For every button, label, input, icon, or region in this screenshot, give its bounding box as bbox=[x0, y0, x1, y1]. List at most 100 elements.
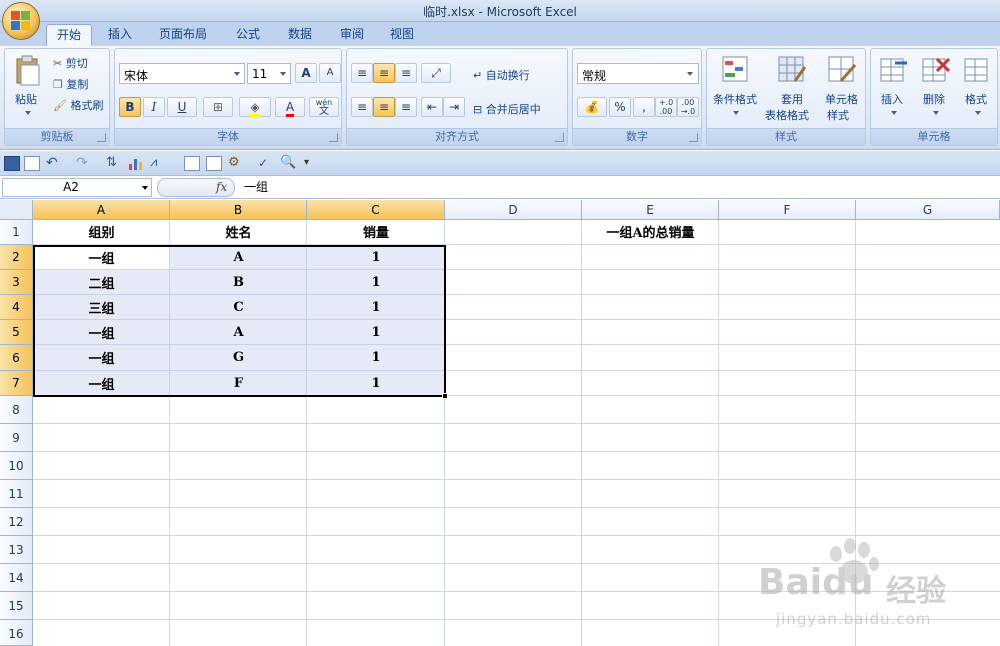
decrease-decimal-button[interactable]: .00 →.0 bbox=[677, 97, 699, 117]
font-launcher-icon[interactable] bbox=[329, 133, 338, 142]
number-format-dropdown-icon[interactable] bbox=[687, 72, 693, 76]
underline-button[interactable]: U bbox=[167, 97, 197, 117]
font-name-box[interactable]: 宋体 bbox=[119, 63, 245, 84]
delete-button[interactable]: 删除 bbox=[923, 91, 945, 107]
currency-button[interactable]: 💰 bbox=[577, 97, 607, 117]
conditional-format-button[interactable]: 条件格式 bbox=[713, 91, 757, 107]
copy-button[interactable]: ❐ 复制 bbox=[53, 76, 88, 92]
align-center-button[interactable]: ≡ bbox=[373, 97, 395, 117]
alignment-launcher-icon[interactable] bbox=[555, 133, 564, 142]
paste-dropdown-icon[interactable] bbox=[25, 111, 31, 115]
align-top-button[interactable]: ≡ bbox=[351, 63, 373, 83]
column-header-a[interactable]: A bbox=[33, 200, 170, 220]
row-header-7[interactable]: 7 bbox=[0, 371, 33, 396]
tab-page-layout[interactable]: 页面布局 bbox=[152, 24, 214, 46]
orientation-button[interactable]: ⤢ bbox=[421, 63, 451, 83]
fill-color-button[interactable]: ◈ bbox=[239, 97, 271, 117]
cut-button[interactable]: ✂ 剪切 bbox=[53, 55, 88, 71]
format-button[interactable]: 格式 bbox=[965, 91, 987, 107]
tab-home[interactable]: 开始 bbox=[46, 24, 92, 46]
format-dropdown-icon[interactable] bbox=[975, 111, 981, 115]
properties-icon[interactable]: ⚙ bbox=[228, 156, 244, 171]
sort-icon[interactable]: ⇅ bbox=[106, 156, 122, 171]
wrap-text-button[interactable]: ↵ 自动换行 bbox=[473, 67, 530, 83]
cell-a1[interactable]: 组别 bbox=[33, 222, 170, 241]
comma-button[interactable]: , bbox=[633, 97, 655, 117]
tab-view[interactable]: 视图 bbox=[380, 24, 424, 46]
print-preview-icon[interactable]: 🔍 bbox=[280, 156, 296, 171]
clipboard-launcher-icon[interactable] bbox=[97, 133, 106, 142]
insert-function-button[interactable]: fx bbox=[157, 178, 235, 197]
fill-handle[interactable] bbox=[442, 393, 448, 399]
increase-indent-button[interactable]: ⇥ bbox=[443, 97, 465, 117]
undo-icon[interactable]: ↶ bbox=[46, 156, 62, 171]
align-bottom-button[interactable]: ≡ bbox=[395, 63, 417, 83]
row-header-8[interactable]: 8 bbox=[0, 396, 33, 424]
column-header-c[interactable]: C bbox=[307, 200, 445, 220]
tab-formulas[interactable]: 公式 bbox=[226, 24, 270, 46]
cell-c1[interactable]: 销量 bbox=[307, 222, 445, 241]
row-header-2[interactable]: 2 bbox=[0, 245, 33, 270]
delete-dropdown-icon[interactable] bbox=[933, 111, 939, 115]
table-icon[interactable] bbox=[206, 156, 222, 171]
chart-icon[interactable] bbox=[128, 156, 144, 171]
select-all-corner[interactable] bbox=[0, 200, 33, 220]
font-size-box[interactable]: 11 bbox=[247, 63, 291, 84]
cell-b1[interactable]: 姓名 bbox=[170, 222, 307, 241]
cell-styles-button[interactable]: 样式 bbox=[827, 107, 849, 123]
formula-input[interactable]: 一组 bbox=[240, 178, 998, 197]
row-header-14[interactable]: 14 bbox=[0, 564, 33, 592]
grow-font-button[interactable]: A bbox=[295, 63, 317, 83]
bold-button[interactable]: B bbox=[119, 97, 141, 117]
column-header-d[interactable]: D bbox=[445, 200, 582, 220]
row-header-9[interactable]: 9 bbox=[0, 424, 33, 452]
increase-decimal-button[interactable]: +.0 .00 bbox=[655, 97, 677, 117]
align-right-button[interactable]: ≡ bbox=[395, 97, 417, 117]
row-header-12[interactable]: 12 bbox=[0, 508, 33, 536]
align-left-button[interactable]: ≡ bbox=[351, 97, 373, 117]
row-header-10[interactable]: 10 bbox=[0, 452, 33, 480]
row-header-1[interactable]: 1 bbox=[0, 220, 33, 245]
new-document-icon[interactable] bbox=[24, 156, 40, 171]
row-header-16[interactable]: 16 bbox=[0, 620, 33, 646]
column-header-f[interactable]: F bbox=[719, 200, 856, 220]
format-painter-button[interactable]: 🖌 格式刷 bbox=[53, 97, 103, 113]
column-header-b[interactable]: B bbox=[170, 200, 307, 220]
row-header-3[interactable]: 3 bbox=[0, 270, 33, 295]
form-icon[interactable] bbox=[184, 156, 200, 171]
decrease-indent-button[interactable]: ⇤ bbox=[421, 97, 443, 117]
line-chart-icon[interactable]: ⩘ bbox=[150, 156, 166, 171]
insert-button[interactable]: 插入 bbox=[881, 91, 903, 107]
column-header-g[interactable]: G bbox=[856, 200, 1000, 220]
number-format-box[interactable]: 常规 bbox=[577, 63, 699, 84]
office-button[interactable] bbox=[2, 2, 40, 40]
table-format-button[interactable]: 表格格式 bbox=[765, 107, 809, 123]
column-header-e[interactable]: E bbox=[582, 200, 719, 220]
shrink-font-button[interactable]: A bbox=[319, 63, 341, 83]
number-launcher-icon[interactable] bbox=[689, 133, 698, 142]
spelling-icon[interactable]: ✓ bbox=[258, 156, 274, 171]
row-header-11[interactable]: 11 bbox=[0, 480, 33, 508]
percent-button[interactable]: % bbox=[609, 97, 631, 117]
redo-icon[interactable]: ↷ bbox=[76, 156, 92, 171]
table-format-line1[interactable]: 套用 bbox=[781, 91, 803, 107]
font-name-dropdown-icon[interactable] bbox=[234, 72, 240, 76]
phonetic-button[interactable]: wén 文 bbox=[309, 97, 339, 117]
tab-data[interactable]: 数据 bbox=[278, 24, 322, 46]
row-header-5[interactable]: 5 bbox=[0, 320, 33, 345]
font-color-button[interactable]: A bbox=[275, 97, 305, 117]
cell-e1[interactable]: 一组A的总销量 bbox=[582, 222, 719, 241]
row-header-6[interactable]: 6 bbox=[0, 345, 33, 371]
name-box[interactable]: A2 bbox=[2, 178, 152, 197]
row-header-15[interactable]: 15 bbox=[0, 592, 33, 620]
row-header-4[interactable]: 4 bbox=[0, 295, 33, 320]
insert-dropdown-icon[interactable] bbox=[891, 111, 897, 115]
paste-button[interactable]: 粘贴 bbox=[15, 91, 37, 107]
customize-toolbar-icon[interactable]: ▾ bbox=[304, 156, 320, 171]
font-size-dropdown-icon[interactable] bbox=[280, 72, 286, 76]
merge-center-button[interactable]: ⊟ 合并后居中 bbox=[473, 101, 541, 117]
row-header-13[interactable]: 13 bbox=[0, 536, 33, 564]
italic-button[interactable]: I bbox=[143, 97, 165, 117]
tab-insert[interactable]: 插入 bbox=[98, 24, 142, 46]
borders-button[interactable]: ⊞ bbox=[203, 97, 233, 117]
